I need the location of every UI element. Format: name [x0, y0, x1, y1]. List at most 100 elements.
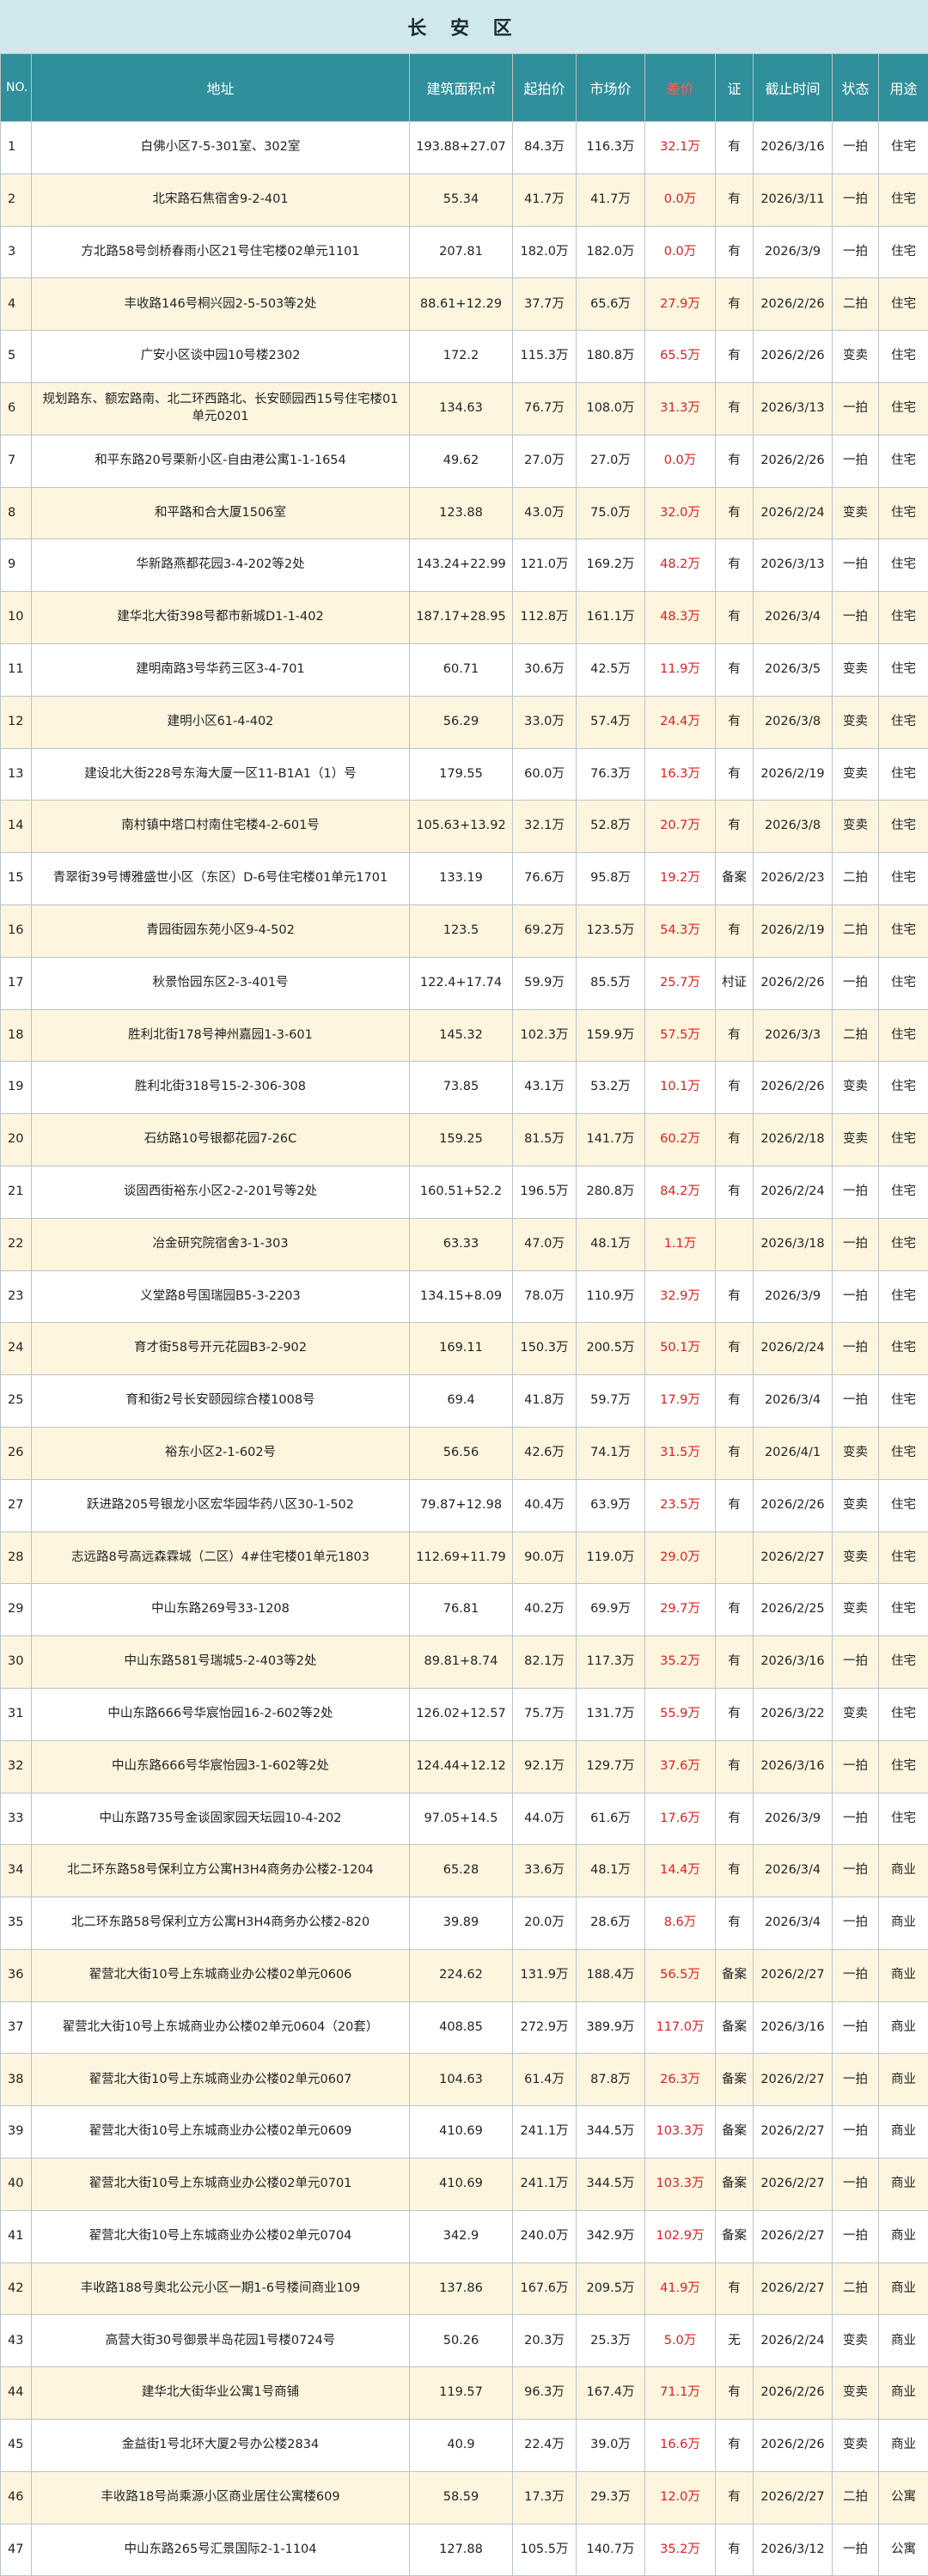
cell-no: 41: [1, 2210, 32, 2262]
cell-usage: 住宅: [879, 1427, 928, 1479]
cell-no: 28: [1, 1532, 32, 1584]
cell-area: 55.34: [410, 174, 513, 226]
cell-status: 一拍: [833, 1897, 879, 1950]
cell-address: 丰收路18号尚乘源小区商业居住公寓楼609: [32, 2471, 410, 2524]
cell-usage: 住宅: [879, 696, 928, 748]
header-cert: 证: [716, 54, 754, 122]
cell-diff: 0.0万: [645, 226, 716, 278]
cell-usage: 住宅: [879, 1532, 928, 1584]
cell-diff: 32.1万: [645, 122, 716, 174]
cell-address: 青翠街39号博雅盛世小区（东区）D-6号住宅楼01单元1701: [32, 853, 410, 905]
cell-market-price: 61.6万: [577, 1793, 645, 1845]
cell-address: 建设北大街228号东海大厦一区11-B1A1（1）号: [32, 748, 410, 801]
cell-usage: 住宅: [879, 1218, 928, 1270]
cell-area: 187.17+28.95: [410, 592, 513, 644]
cell-market-price: 74.1万: [577, 1427, 645, 1479]
cell-diff: 71.1万: [645, 2367, 716, 2420]
cell-status: 变卖: [833, 1427, 879, 1479]
cell-status: 一拍: [833, 2054, 879, 2106]
cell-deadline: 2026/3/18: [754, 1218, 833, 1270]
cell-diff: 24.4万: [645, 696, 716, 748]
cell-usage: 商业: [879, 2262, 928, 2315]
cell-deadline: 2026/2/26: [754, 331, 833, 383]
cell-address: 丰收路188号奥北公元小区一期1-6号楼间商业109: [32, 2262, 410, 2315]
cell-cert: 有: [716, 801, 754, 853]
cell-start-price: 40.2万: [513, 1584, 577, 1636]
cell-usage: 商业: [879, 2367, 928, 2420]
cell-cert: 有: [716, 748, 754, 801]
cell-address: 义堂路8号国瑞园B5-3-2203: [32, 1270, 410, 1323]
header-address: 地址: [32, 54, 410, 122]
table-row: 7和平东路20号栗新小区-自由港公寓1-1-165449.6227.0万27.0…: [1, 435, 928, 487]
cell-no: 29: [1, 1584, 32, 1636]
cell-diff: 1.1万: [645, 1218, 716, 1270]
cell-cert: 有: [716, 2420, 754, 2472]
cell-status: 一拍: [833, 1270, 879, 1323]
cell-cert: 有: [716, 1793, 754, 1845]
cell-no: 33: [1, 1793, 32, 1845]
cell-area: 410.69: [410, 2106, 513, 2159]
table-row: 18胜利北街178号神州嘉园1-3-601145.32102.3万159.9万5…: [1, 1009, 928, 1062]
cell-market-price: 25.3万: [577, 2315, 645, 2367]
cell-area: 56.29: [410, 696, 513, 748]
cell-usage: 商业: [879, 2315, 928, 2367]
cell-no: 20: [1, 1114, 32, 1166]
table-row: 25育和街2号长安颐园综合楼1008号69.441.8万59.7万17.9万有2…: [1, 1375, 928, 1428]
table-row: 6规划路东、额宏路南、北二环西路北、长安颐园西15号住宅楼01单元0201134…: [1, 382, 928, 435]
cell-no: 6: [1, 382, 32, 435]
cell-address: 冶金研究院宿舍3-1-303: [32, 1218, 410, 1270]
cell-market-price: 169.2万: [577, 539, 645, 592]
property-table: NO. 地址 建筑面积㎡ 起拍价 市场价 差价 证 截止时间 状态 用途 1白佛…: [0, 53, 928, 2576]
cell-cert: 有: [716, 1845, 754, 1897]
cell-address: 翟营北大街10号上东城商业办公楼02单元0704: [32, 2210, 410, 2262]
cell-area: 207.81: [410, 226, 513, 278]
cell-status: 二拍: [833, 904, 879, 957]
cell-start-price: 40.4万: [513, 1479, 577, 1532]
cell-status: 二拍: [833, 853, 879, 905]
cell-no: 13: [1, 748, 32, 801]
cell-market-price: 117.3万: [577, 1636, 645, 1689]
cell-area: 60.71: [410, 643, 513, 696]
cell-status: 变卖: [833, 487, 879, 539]
cell-deadline: 2026/2/26: [754, 278, 833, 331]
cell-deadline: 2026/2/24: [754, 1323, 833, 1375]
cell-usage: 商业: [879, 2001, 928, 2054]
cell-diff: 35.2万: [645, 1636, 716, 1689]
cell-diff: 37.6万: [645, 1740, 716, 1793]
cell-status: 变卖: [833, 1688, 879, 1740]
cell-market-price: 209.5万: [577, 2262, 645, 2315]
table-row: 43高营大街30号御景半岛花园1号楼0724号50.2620.3万25.3万5.…: [1, 2315, 928, 2367]
cell-cert: 有: [716, 592, 754, 644]
cell-area: 159.25: [410, 1114, 513, 1166]
table-row: 17秋景怡园东区2-3-401号122.4+17.7459.9万85.5万25.…: [1, 957, 928, 1009]
cell-no: 7: [1, 435, 32, 487]
cell-start-price: 43.1万: [513, 1062, 577, 1114]
cell-usage: 住宅: [879, 748, 928, 801]
cell-start-price: 102.3万: [513, 1009, 577, 1062]
cell-market-price: 95.8万: [577, 853, 645, 905]
cell-no: 24: [1, 1323, 32, 1375]
header-area: 建筑面积㎡: [410, 54, 513, 122]
header-usage: 用途: [879, 54, 928, 122]
table-row: 35北二环东路58号保利立方公寓H3H4商务办公楼2-82039.8920.0万…: [1, 1897, 928, 1950]
cell-deadline: 2026/2/26: [754, 957, 833, 1009]
cell-market-price: 389.9万: [577, 2001, 645, 2054]
cell-area: 169.11: [410, 1323, 513, 1375]
cell-usage: 住宅: [879, 382, 928, 435]
cell-market-price: 344.5万: [577, 2159, 645, 2211]
cell-market-price: 63.9万: [577, 1479, 645, 1532]
cell-status: 一拍: [833, 539, 879, 592]
cell-market-price: 182.0万: [577, 226, 645, 278]
cell-usage: 商业: [879, 2420, 928, 2472]
cell-diff: 31.5万: [645, 1427, 716, 1479]
cell-start-price: 167.6万: [513, 2262, 577, 2315]
cell-deadline: 2026/2/27: [754, 1532, 833, 1584]
cell-area: 40.9: [410, 2420, 513, 2472]
cell-market-price: 48.1万: [577, 1845, 645, 1897]
cell-cert: 备案: [716, 853, 754, 905]
cell-no: 38: [1, 2054, 32, 2106]
cell-address: 中山东路581号瑞城5-2-403等2处: [32, 1636, 410, 1689]
cell-no: 2: [1, 174, 32, 226]
cell-address: 翟营北大街10号上东城商业办公楼02单元0701: [32, 2159, 410, 2211]
table-row: 29中山东路269号33-120876.8140.2万69.9万29.7万有20…: [1, 1584, 928, 1636]
